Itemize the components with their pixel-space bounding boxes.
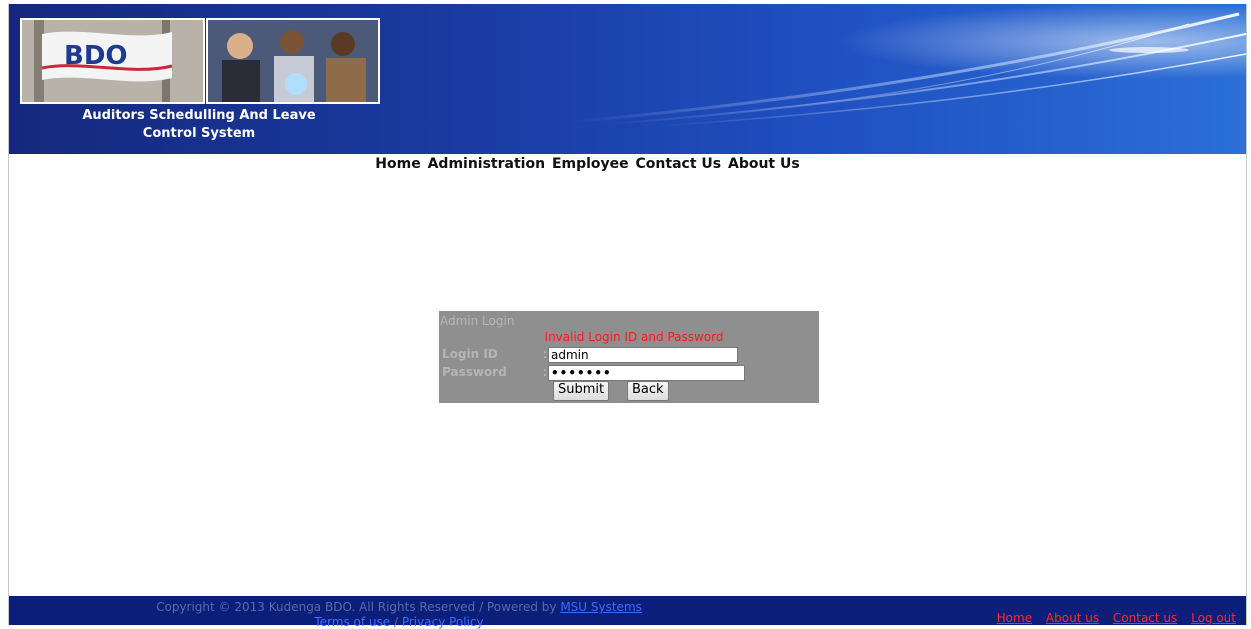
back-button[interactable]: Back — [627, 381, 669, 401]
nav-administration[interactable]: Administration — [428, 156, 545, 172]
password-input[interactable]: ••••••• — [548, 365, 745, 381]
system-title: Auditors Schedulling And Leave Control S… — [29, 107, 369, 143]
login-heading: Admin Login — [440, 314, 515, 328]
main-nav: Home Administration Employee Contact Us … — [9, 156, 1166, 172]
password-label: Password — [442, 365, 507, 379]
footer-contact-us-link[interactable]: Contact us — [1113, 611, 1177, 625]
footer-log-out-link[interactable]: Log out — [1191, 611, 1236, 625]
footer-about-us-link[interactable]: About us — [1046, 611, 1099, 625]
login-id-label: Login ID — [442, 347, 498, 361]
login-error-message: Invalid Login ID and Password — [544, 330, 724, 344]
nav-employee[interactable]: Employee — [552, 156, 629, 172]
login-id-input[interactable]: admin — [548, 347, 738, 363]
bdo-logo-text: BDO — [64, 41, 128, 71]
submit-button[interactable]: Submit — [553, 381, 610, 401]
admin-login-form: Admin Login Invalid Login ID and Passwor… — [439, 311, 819, 403]
login-id-colon: : — [543, 347, 548, 361]
copyright-text: Copyright © 2013 Kudenga BDO. All Rights… — [156, 600, 557, 614]
copyright-line: Copyright © 2013 Kudenga BDO. All Rights… — [9, 600, 789, 614]
nav-contact-us[interactable]: Contact Us — [636, 156, 722, 172]
header-banner: BDO Auditors Schedulling And Leave Contr… — [9, 4, 1246, 154]
footer-home-link[interactable]: Home — [997, 611, 1032, 625]
nav-about-us[interactable]: About Us — [728, 156, 800, 172]
password-colon: : — [543, 365, 548, 379]
page-frame: BDO Auditors Schedulling And Leave Contr… — [8, 4, 1247, 629]
nav-home[interactable]: Home — [375, 156, 420, 172]
team-photo — [206, 18, 380, 104]
system-title-line2: Control System — [142, 126, 256, 141]
footer: Copyright © 2013 Kudenga BDO. All Rights… — [9, 596, 1246, 629]
bdo-flag-photo: BDO — [20, 18, 205, 104]
footer-nav: Home About us Contact us Log out — [987, 611, 1236, 625]
msu-systems-link[interactable]: MSU Systems — [560, 600, 642, 614]
system-title-line1: Auditors Schedulling And Leave — [82, 108, 316, 123]
